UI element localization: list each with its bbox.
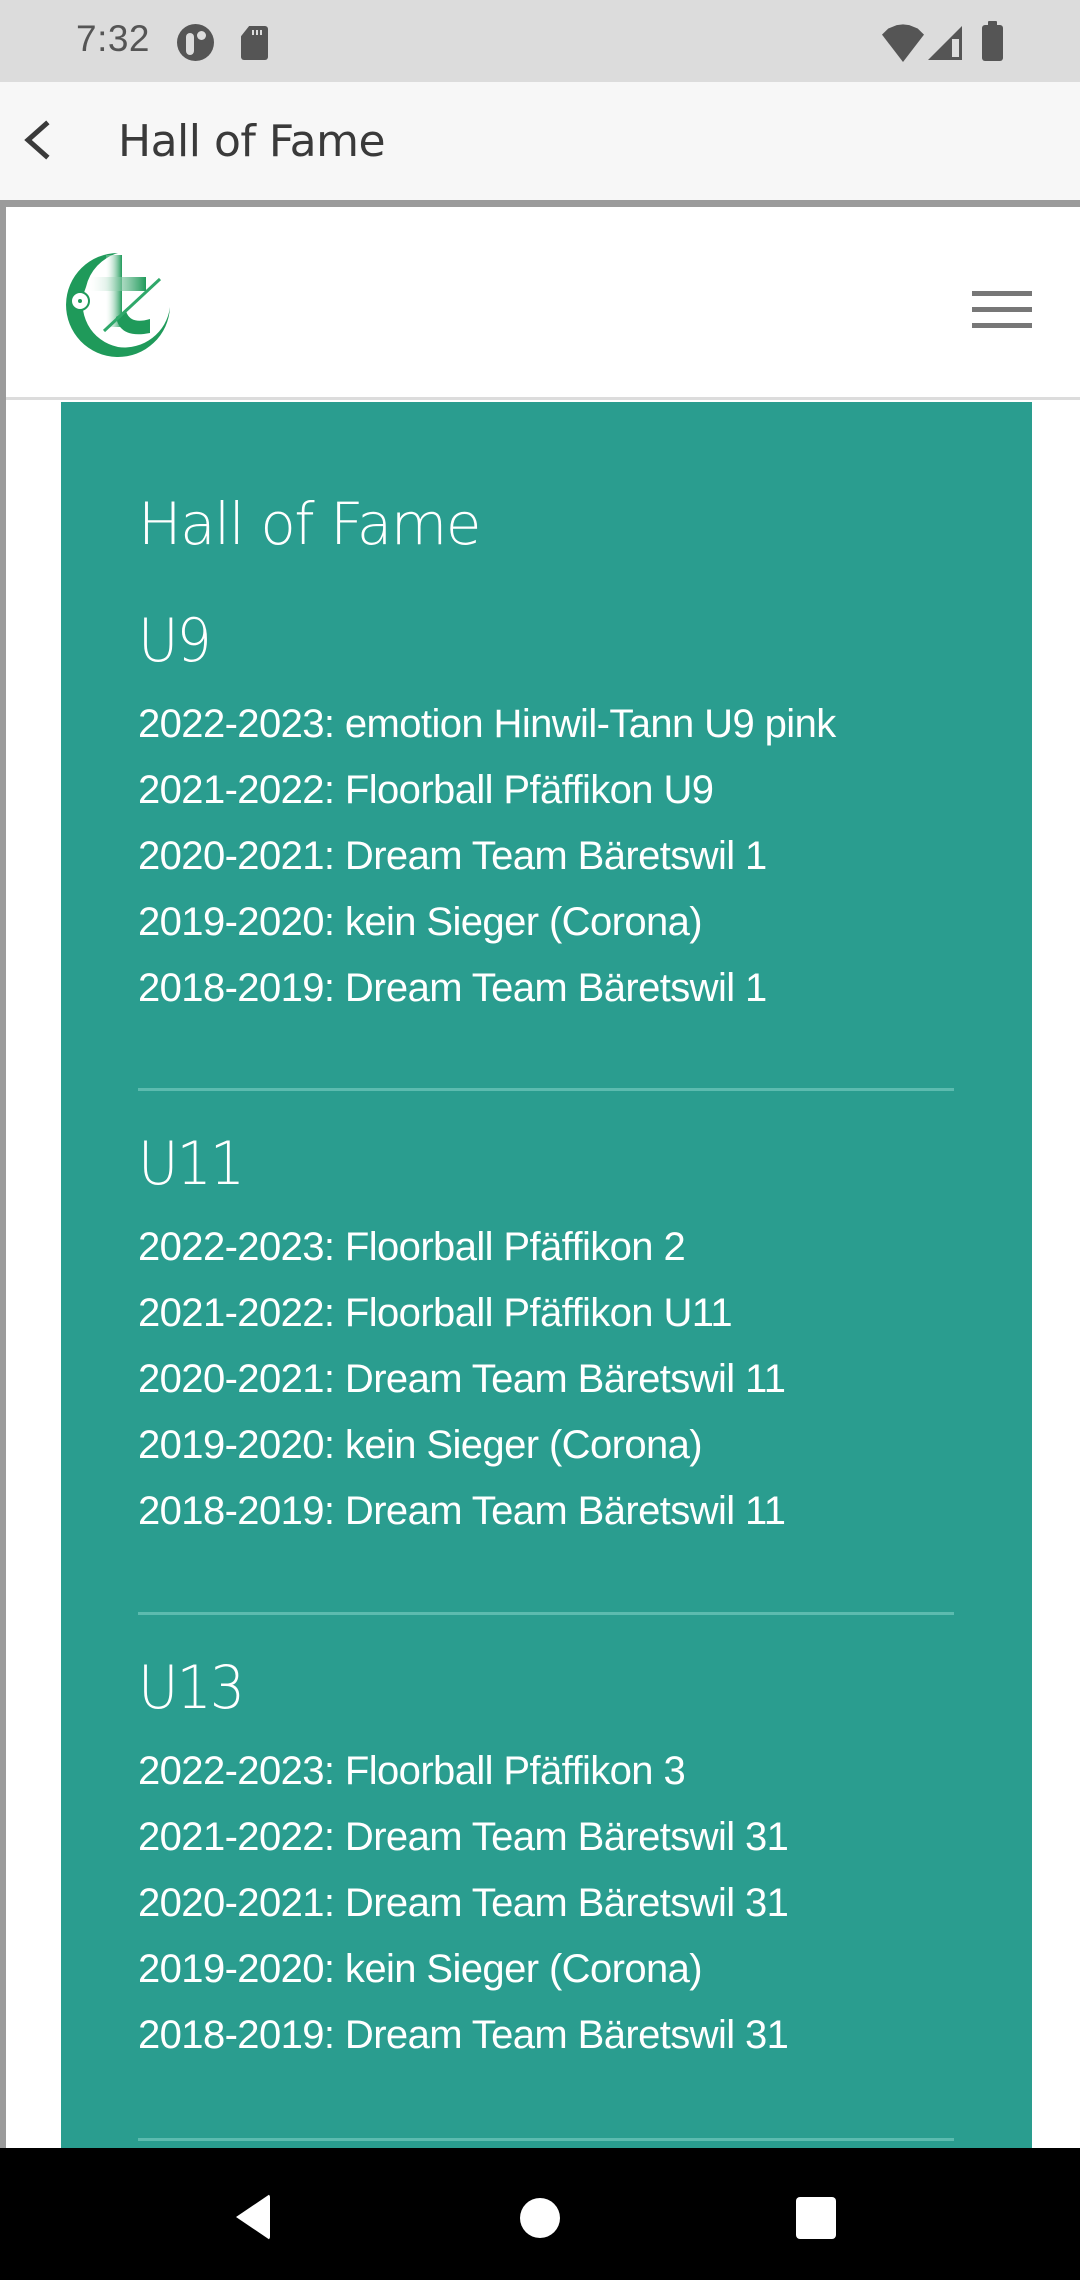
list-item: 2021-2022: Floorball Pfäffikon U11: [138, 1291, 733, 1335]
besj-unihockey-logo-icon: [66, 253, 170, 357]
status-bar: 7:32: [0, 0, 1080, 82]
app-title: Hall of Fame: [118, 116, 386, 167]
section-u9: U9 2022-2023: emotion Hinwil-Tann U9 pin…: [138, 605, 954, 1091]
section-divider: [138, 2138, 954, 2141]
list-item: 2022-2023: Floorball Pfäffikon 2: [138, 1225, 686, 1269]
hamburger-line: [972, 307, 1032, 312]
battery-icon: [982, 21, 1003, 61]
list-item: 2018-2019: Dream Team Bäretswil 11: [138, 1489, 786, 1533]
back-button[interactable]: [12, 112, 68, 168]
page-title: Hall of Fame: [138, 490, 481, 558]
home-circle-icon[interactable]: [510, 2188, 570, 2248]
cast-app-icon: [177, 24, 214, 61]
section-title: U11: [138, 1129, 245, 1199]
cell-signal-icon: [928, 26, 962, 60]
site-header: [6, 207, 1080, 400]
section-divider: [138, 1088, 954, 1091]
hall-of-fame-card: Hall of Fame U9 2022-2023: emotion Hinwi…: [61, 402, 1032, 2148]
list-item: 2022-2023: Floorball Pfäffikon 3: [138, 1749, 686, 1793]
list-item: 2020-2021: Dream Team Bäretswil 11: [138, 1357, 786, 1401]
status-time: 7:32: [76, 18, 151, 59]
list-item: 2020-2021: Dream Team Bäretswil 31: [138, 1881, 789, 1925]
list-item: 2019-2020: kein Sieger (Corona): [138, 1947, 703, 1991]
section-divider: [138, 1612, 954, 1615]
system-nav-bar: [0, 2148, 1080, 2280]
hamburger-menu-button[interactable]: [972, 285, 1034, 333]
list-item: 2018-2019: Dream Team Bäretswil 31: [138, 2013, 789, 2057]
list-item: 2020-2021: Dream Team Bäretswil 1: [138, 834, 767, 878]
section-title: U9: [138, 606, 212, 676]
app-bar: Hall of Fame: [0, 82, 1080, 200]
list-item: 2021-2022: Floorball Pfäffikon U9: [138, 768, 714, 812]
wifi-icon: [882, 24, 924, 62]
back-triangle-icon[interactable]: [226, 2188, 286, 2248]
section-u11: U11 2022-2023: Floorball Pfäffikon 2 202…: [138, 1128, 954, 1615]
site-logo[interactable]: [60, 247, 176, 363]
list-item: 2018-2019: Dream Team Bäretswil 1: [138, 966, 767, 1010]
hamburger-line: [972, 291, 1032, 296]
list-item: 2022-2023: emotion Hinwil-Tann U9 pink: [138, 702, 836, 746]
chevron-left-icon: [24, 120, 50, 160]
list-item: 2019-2020: kein Sieger (Corona): [138, 900, 703, 944]
list-item: 2019-2020: kein Sieger (Corona): [138, 1423, 703, 1467]
section-title: U13: [138, 1653, 245, 1723]
sd-card-icon: [241, 26, 268, 60]
recents-square-icon[interactable]: [790, 2188, 850, 2248]
section-u13: U13 2022-2023: Floorball Pfäffikon 3 202…: [138, 1652, 954, 2141]
webview[interactable]: Hall of Fame U9 2022-2023: emotion Hinwi…: [6, 207, 1080, 2148]
hamburger-line: [972, 323, 1032, 328]
list-item: 2021-2022: Dream Team Bäretswil 31: [138, 1815, 789, 1859]
